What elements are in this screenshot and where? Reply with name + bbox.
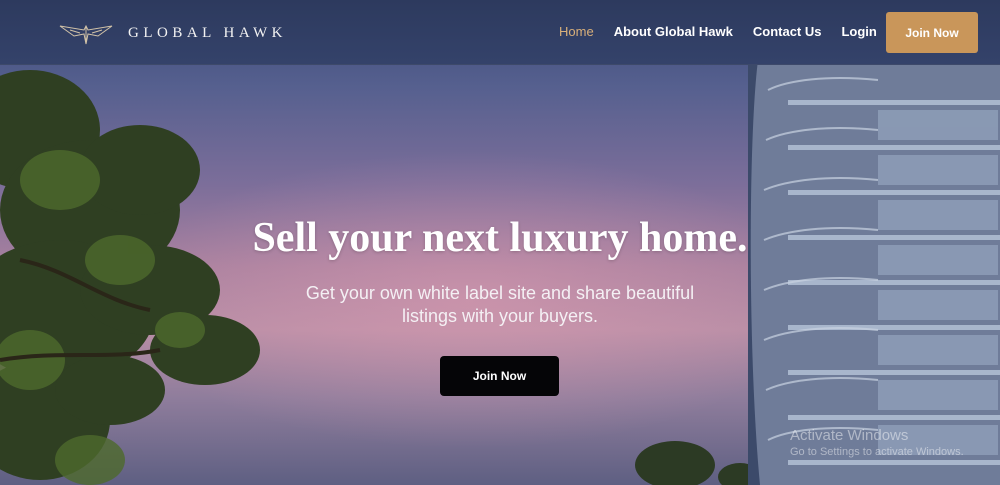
watermark-subtitle: Go to Settings to activate Windows. xyxy=(790,446,964,458)
tree-foliage-image xyxy=(0,70,260,485)
hawk-logo-icon xyxy=(59,24,113,45)
brand-link[interactable]: GLOBAL HAWK xyxy=(58,18,287,48)
nav-links: Home About Global Hawk Contact Us Login xyxy=(559,24,897,39)
brand-name: GLOBAL HAWK xyxy=(128,24,287,41)
nav-login-link[interactable]: Login xyxy=(841,24,876,39)
building-tower-image xyxy=(748,60,1000,485)
activate-windows-watermark: Activate Windows Go to Settings to activ… xyxy=(790,427,964,458)
hero-subline: Get your own white label site and share … xyxy=(305,283,695,326)
watermark-title: Activate Windows xyxy=(790,427,909,444)
tree-silhouette-image xyxy=(635,441,760,485)
nav-contact-link[interactable]: Contact Us xyxy=(753,24,822,39)
nav-home-link[interactable]: Home xyxy=(559,24,594,39)
join-now-cta-button[interactable]: Join Now xyxy=(440,356,559,396)
hero-headline: Sell your next luxury home. xyxy=(252,215,748,261)
navbar: GLOBAL HAWK Home About Global Hawk Conta… xyxy=(0,0,1000,65)
hero-section: Sell your next luxury home. Get your own… xyxy=(0,0,1000,485)
join-now-nav-button[interactable]: Join Now xyxy=(886,12,978,53)
nav-about-link[interactable]: About Global Hawk xyxy=(614,24,733,39)
